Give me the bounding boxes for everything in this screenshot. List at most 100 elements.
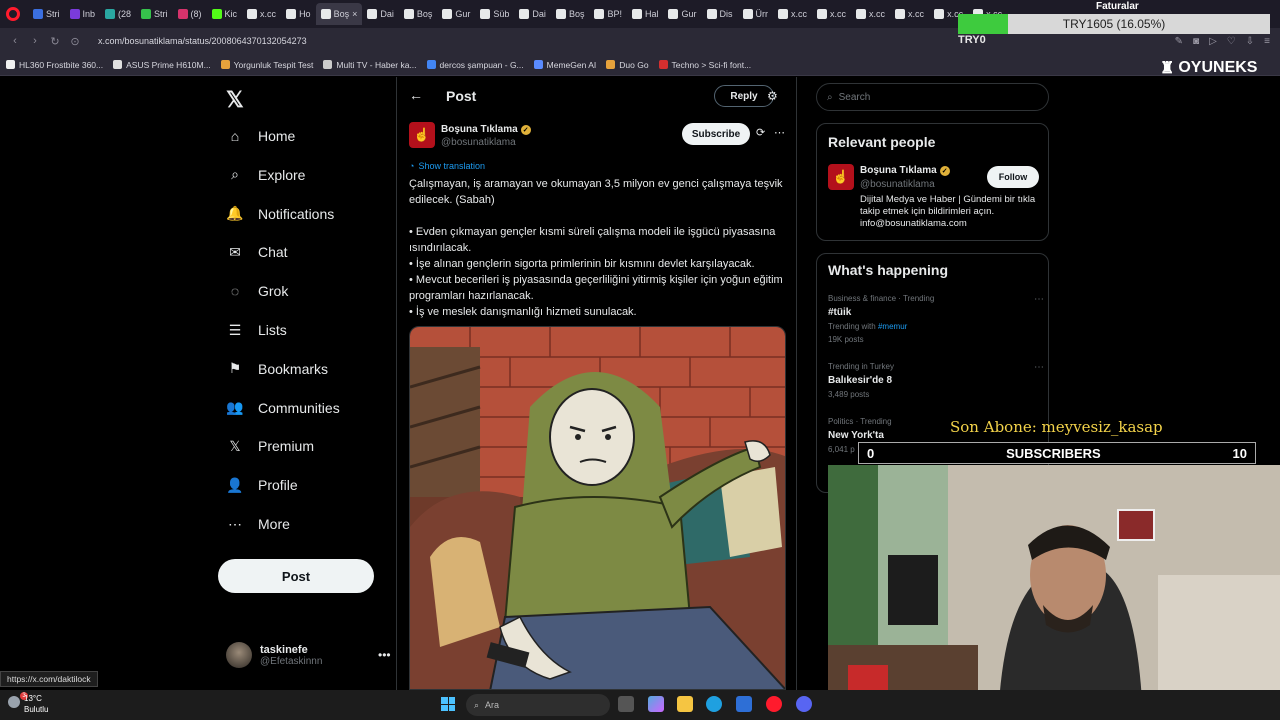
browser-tab[interactable]: Gur xyxy=(663,3,701,25)
browser-tab[interactable]: x.cc xyxy=(812,3,851,25)
play-icon[interactable]: ▷ xyxy=(1209,36,1217,47)
sidebar-item-premium[interactable]: 𝕏 Premium xyxy=(226,437,314,455)
browser-tab[interactable]: Dis xyxy=(702,3,738,25)
browser-tab[interactable]: Stri xyxy=(136,3,173,25)
edit-icon[interactable]: ✎ xyxy=(1175,36,1183,47)
store-icon[interactable] xyxy=(736,696,752,712)
bookmark-item[interactable]: Yorgunluk Tespit Test xyxy=(220,59,314,70)
account-switcher[interactable]: taskinefe @Efetaskinnn ••• xyxy=(226,642,391,668)
sidebar-item-home[interactable]: ⌂ Home xyxy=(226,127,296,145)
browser-tab[interactable]: Stri xyxy=(28,3,65,25)
url-field[interactable]: x.com/bosunatiklama/status/2008064370132… xyxy=(98,36,307,46)
edge-icon[interactable] xyxy=(706,696,722,712)
browser-tab[interactable]: (28 xyxy=(100,3,136,25)
wojak-meme-illustration xyxy=(410,327,785,689)
forward-icon[interactable]: › xyxy=(28,35,42,47)
browser-tab[interactable]: Boş × xyxy=(315,3,363,25)
more-dots-icon[interactable]: ⋯ xyxy=(1034,294,1044,305)
opera-icon[interactable] xyxy=(766,696,782,712)
task-view-icon[interactable] xyxy=(618,696,634,712)
heart-icon[interactable]: ♡ xyxy=(1227,36,1236,47)
search-input[interactable]: ⌕ Search xyxy=(816,83,1049,111)
author-avatar[interactable]: ☝ xyxy=(409,122,435,148)
back-icon[interactable]: ‹ xyxy=(8,35,22,47)
price-text: TRY1605 (16.05%) xyxy=(1062,17,1166,31)
sidebar-item-bookmarks[interactable]: ⚑ Bookmarks xyxy=(226,360,328,378)
browser-tab[interactable]: Boş xyxy=(551,3,590,25)
reload-icon[interactable]: ↻ xyxy=(48,35,62,48)
settings-sliders-icon[interactable]: ⚙ xyxy=(767,89,778,103)
menu-icon[interactable]: ≡ xyxy=(1264,36,1270,47)
bookmark-item[interactable]: dercos şampuan - G... xyxy=(426,60,524,70)
browser-tab[interactable]: Hal xyxy=(627,3,664,25)
subscribe-button[interactable]: Subscribe xyxy=(682,123,750,145)
browser-tab[interactable]: Süb xyxy=(475,3,514,25)
sidebar-item-communities[interactable]: 👥 Communities xyxy=(226,399,340,417)
cloud-icon[interactable] xyxy=(8,696,20,708)
file-explorer-icon[interactable] xyxy=(677,696,693,712)
sidebar-item-label: Communities xyxy=(258,399,340,416)
browser-tab[interactable]: Boş xyxy=(399,3,438,25)
bookmark-label: ASUS Prime H610M... xyxy=(126,59,211,70)
copilot-icon[interactable] xyxy=(648,696,664,712)
windows-start-icon[interactable] xyxy=(441,697,455,711)
bookmark-item[interactable]: Multi TV - Haber ka... xyxy=(323,59,417,70)
trend-item[interactable]: Business & finance · Trending #tüik Tren… xyxy=(828,294,1044,344)
sidebar-item-more[interactable]: ⋯ More xyxy=(226,515,290,533)
bookmark-item[interactable]: Duo Go xyxy=(606,60,649,70)
browser-tab[interactable]: Ürr xyxy=(738,3,774,25)
bookmark-item[interactable]: MemeGen AI xyxy=(533,60,596,70)
author-handle[interactable]: @bosunatiklama xyxy=(441,137,516,148)
relevant-name[interactable]: Boşuna Tıklama ✓ xyxy=(860,165,950,176)
relevant-avatar[interactable]: ☝ xyxy=(828,164,854,190)
show-translation-link[interactable]: ◔ Show translation xyxy=(409,161,485,171)
bookmark-label: Multi TV - Haber ka... xyxy=(336,59,417,70)
tab-label: Ürr xyxy=(755,9,769,19)
grok-icon[interactable]: ⟳ xyxy=(756,126,765,139)
post-button[interactable]: Post xyxy=(218,559,374,593)
trend-with-tag[interactable]: #memur xyxy=(878,322,907,331)
sidebar-item-grok[interactable]: ◌ Grok xyxy=(226,282,289,300)
browser-tab[interactable]: Dai xyxy=(514,3,551,25)
camera-icon[interactable]: ◙ xyxy=(1193,36,1199,47)
taskbar-search[interactable]: ⌕ Ara xyxy=(466,694,610,716)
bookmark-item[interactable]: ASUS Prime H610M... xyxy=(113,60,211,70)
download-icon[interactable]: ⇩ xyxy=(1246,36,1254,47)
browser-tab[interactable]: x.cc xyxy=(773,3,812,25)
browser-tab[interactable]: x.cc xyxy=(851,3,890,25)
author-name[interactable]: Boşuna Tıklama ✓ xyxy=(441,124,531,135)
follow-button[interactable]: Follow xyxy=(987,166,1039,188)
opera-logo-icon[interactable] xyxy=(6,7,20,21)
post-bullet: • Mevcut becerileri iş piyasasında geçer… xyxy=(409,274,783,302)
browser-tab[interactable]: Inb xyxy=(65,3,101,25)
site-info-icon[interactable]: ⊙ xyxy=(68,35,82,48)
bookmark-item[interactable]: Techno > Sci-fi font... xyxy=(658,60,751,70)
sidebar-item-lists[interactable]: ☰ Lists xyxy=(226,321,287,339)
sidebar-item-chat[interactable]: ✉ Chat xyxy=(226,243,287,261)
bookmark-label: Yorgunluk Tespit Test xyxy=(233,59,314,70)
sidebar-item-explore[interactable]: ⌕ Explore xyxy=(226,166,305,184)
bookmark-item[interactable]: HL360 Frostbite 360... xyxy=(6,60,103,70)
close-tab-icon[interactable]: × xyxy=(352,9,357,19)
browser-tab[interactable]: Gur xyxy=(437,3,475,25)
relevant-handle[interactable]: @bosunatiklama xyxy=(860,179,935,190)
weather-widget[interactable]: 13°C Bulutlu xyxy=(24,693,48,715)
more-dots-icon[interactable]: ••• xyxy=(378,648,391,662)
browser-tab[interactable]: Dai xyxy=(362,3,399,25)
sidebar-item-notifications[interactable]: 🔔 Notifications xyxy=(226,205,334,223)
browser-tab[interactable]: (8) xyxy=(173,3,207,25)
trend-item[interactable]: Trending in Turkey Balıkesir'de 8 3,489 … xyxy=(828,362,1044,399)
browser-tab[interactable]: x.cc xyxy=(242,3,281,25)
browser-tab[interactable]: x.cc xyxy=(890,3,929,25)
browser-tab[interactable]: BP! xyxy=(589,3,627,25)
discord-icon[interactable] xyxy=(796,696,812,712)
sidebar-item-profile[interactable]: 👤 Profile xyxy=(226,476,297,494)
back-arrow-icon[interactable]: ← xyxy=(409,87,423,103)
x-logo-icon[interactable]: 𝕏 xyxy=(226,87,244,113)
reply-button[interactable]: Reply xyxy=(714,85,774,107)
browser-tab[interactable]: Ho xyxy=(281,3,316,25)
browser-tab[interactable]: Kic xyxy=(207,3,243,25)
more-dots-icon[interactable]: ⋯ xyxy=(1034,362,1044,373)
more-dots-icon[interactable]: ⋯ xyxy=(774,126,785,139)
post-image[interactable] xyxy=(409,326,786,690)
